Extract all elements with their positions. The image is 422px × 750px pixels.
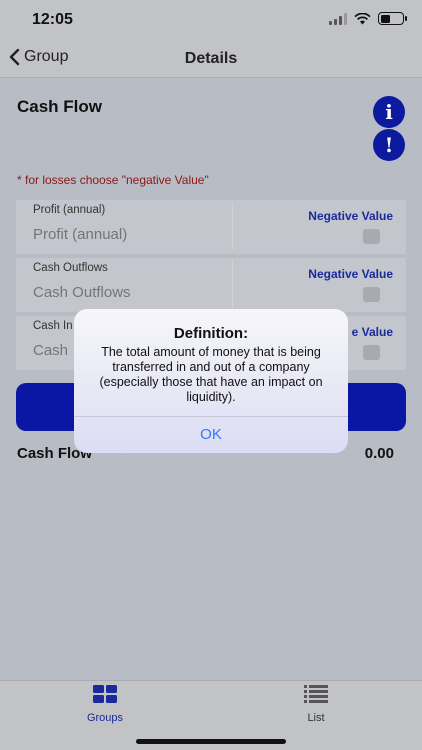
home-indicator (136, 739, 286, 744)
grid-icon (93, 685, 117, 703)
result-value: 0.00 (364, 445, 394, 462)
signal-icon (329, 12, 347, 25)
negative-value-checkbox[interactable] (363, 345, 380, 360)
nav-title: Details (184, 50, 238, 67)
tab-groups[interactable]: Groups (65, 685, 145, 724)
tab-list[interactable]: List (276, 685, 356, 724)
field-divider (232, 202, 233, 250)
list-icon (304, 685, 328, 703)
definition-alert: Definition: The total amount of money th… (74, 309, 348, 453)
alert-title: Definition: (173, 325, 249, 342)
ok-button[interactable]: OK (74, 417, 348, 453)
info-icon[interactable]: i (373, 96, 405, 128)
nav-bar: Group Details (0, 40, 422, 78)
negative-value-label: Negative Value (308, 209, 393, 223)
status-icons (329, 12, 407, 25)
profit-input[interactable] (33, 226, 223, 243)
field-label: Profit (annual) (33, 204, 106, 216)
cash-outflows-input[interactable] (33, 284, 223, 301)
field-label: Cash Outflows (33, 262, 108, 274)
negative-value-label: Negative Value (308, 267, 393, 281)
field-label: Cash In (33, 320, 73, 332)
alert-icon[interactable]: ! (373, 129, 405, 161)
page-title: Cash Flow (17, 97, 103, 116)
tab-label: Groups (86, 712, 124, 724)
cash-outflows-field: Cash Outflows Negative Value (16, 258, 406, 312)
alert-message: The total amount of money that is being … (99, 345, 323, 404)
battery-icon (378, 12, 407, 25)
negative-value-label: e Value (351, 325, 393, 339)
status-bar: 12:05 (0, 0, 422, 40)
wifi-icon (354, 12, 371, 24)
status-time: 12:05 (32, 11, 73, 28)
field-divider (232, 260, 233, 308)
profit-field: Profit (annual) Negative Value (16, 200, 406, 254)
negative-value-hint: * for losses choose "negative Value" (17, 173, 209, 187)
negative-value-checkbox[interactable] (363, 287, 380, 302)
negative-value-checkbox[interactable] (363, 229, 380, 244)
tab-label: List (307, 712, 325, 724)
